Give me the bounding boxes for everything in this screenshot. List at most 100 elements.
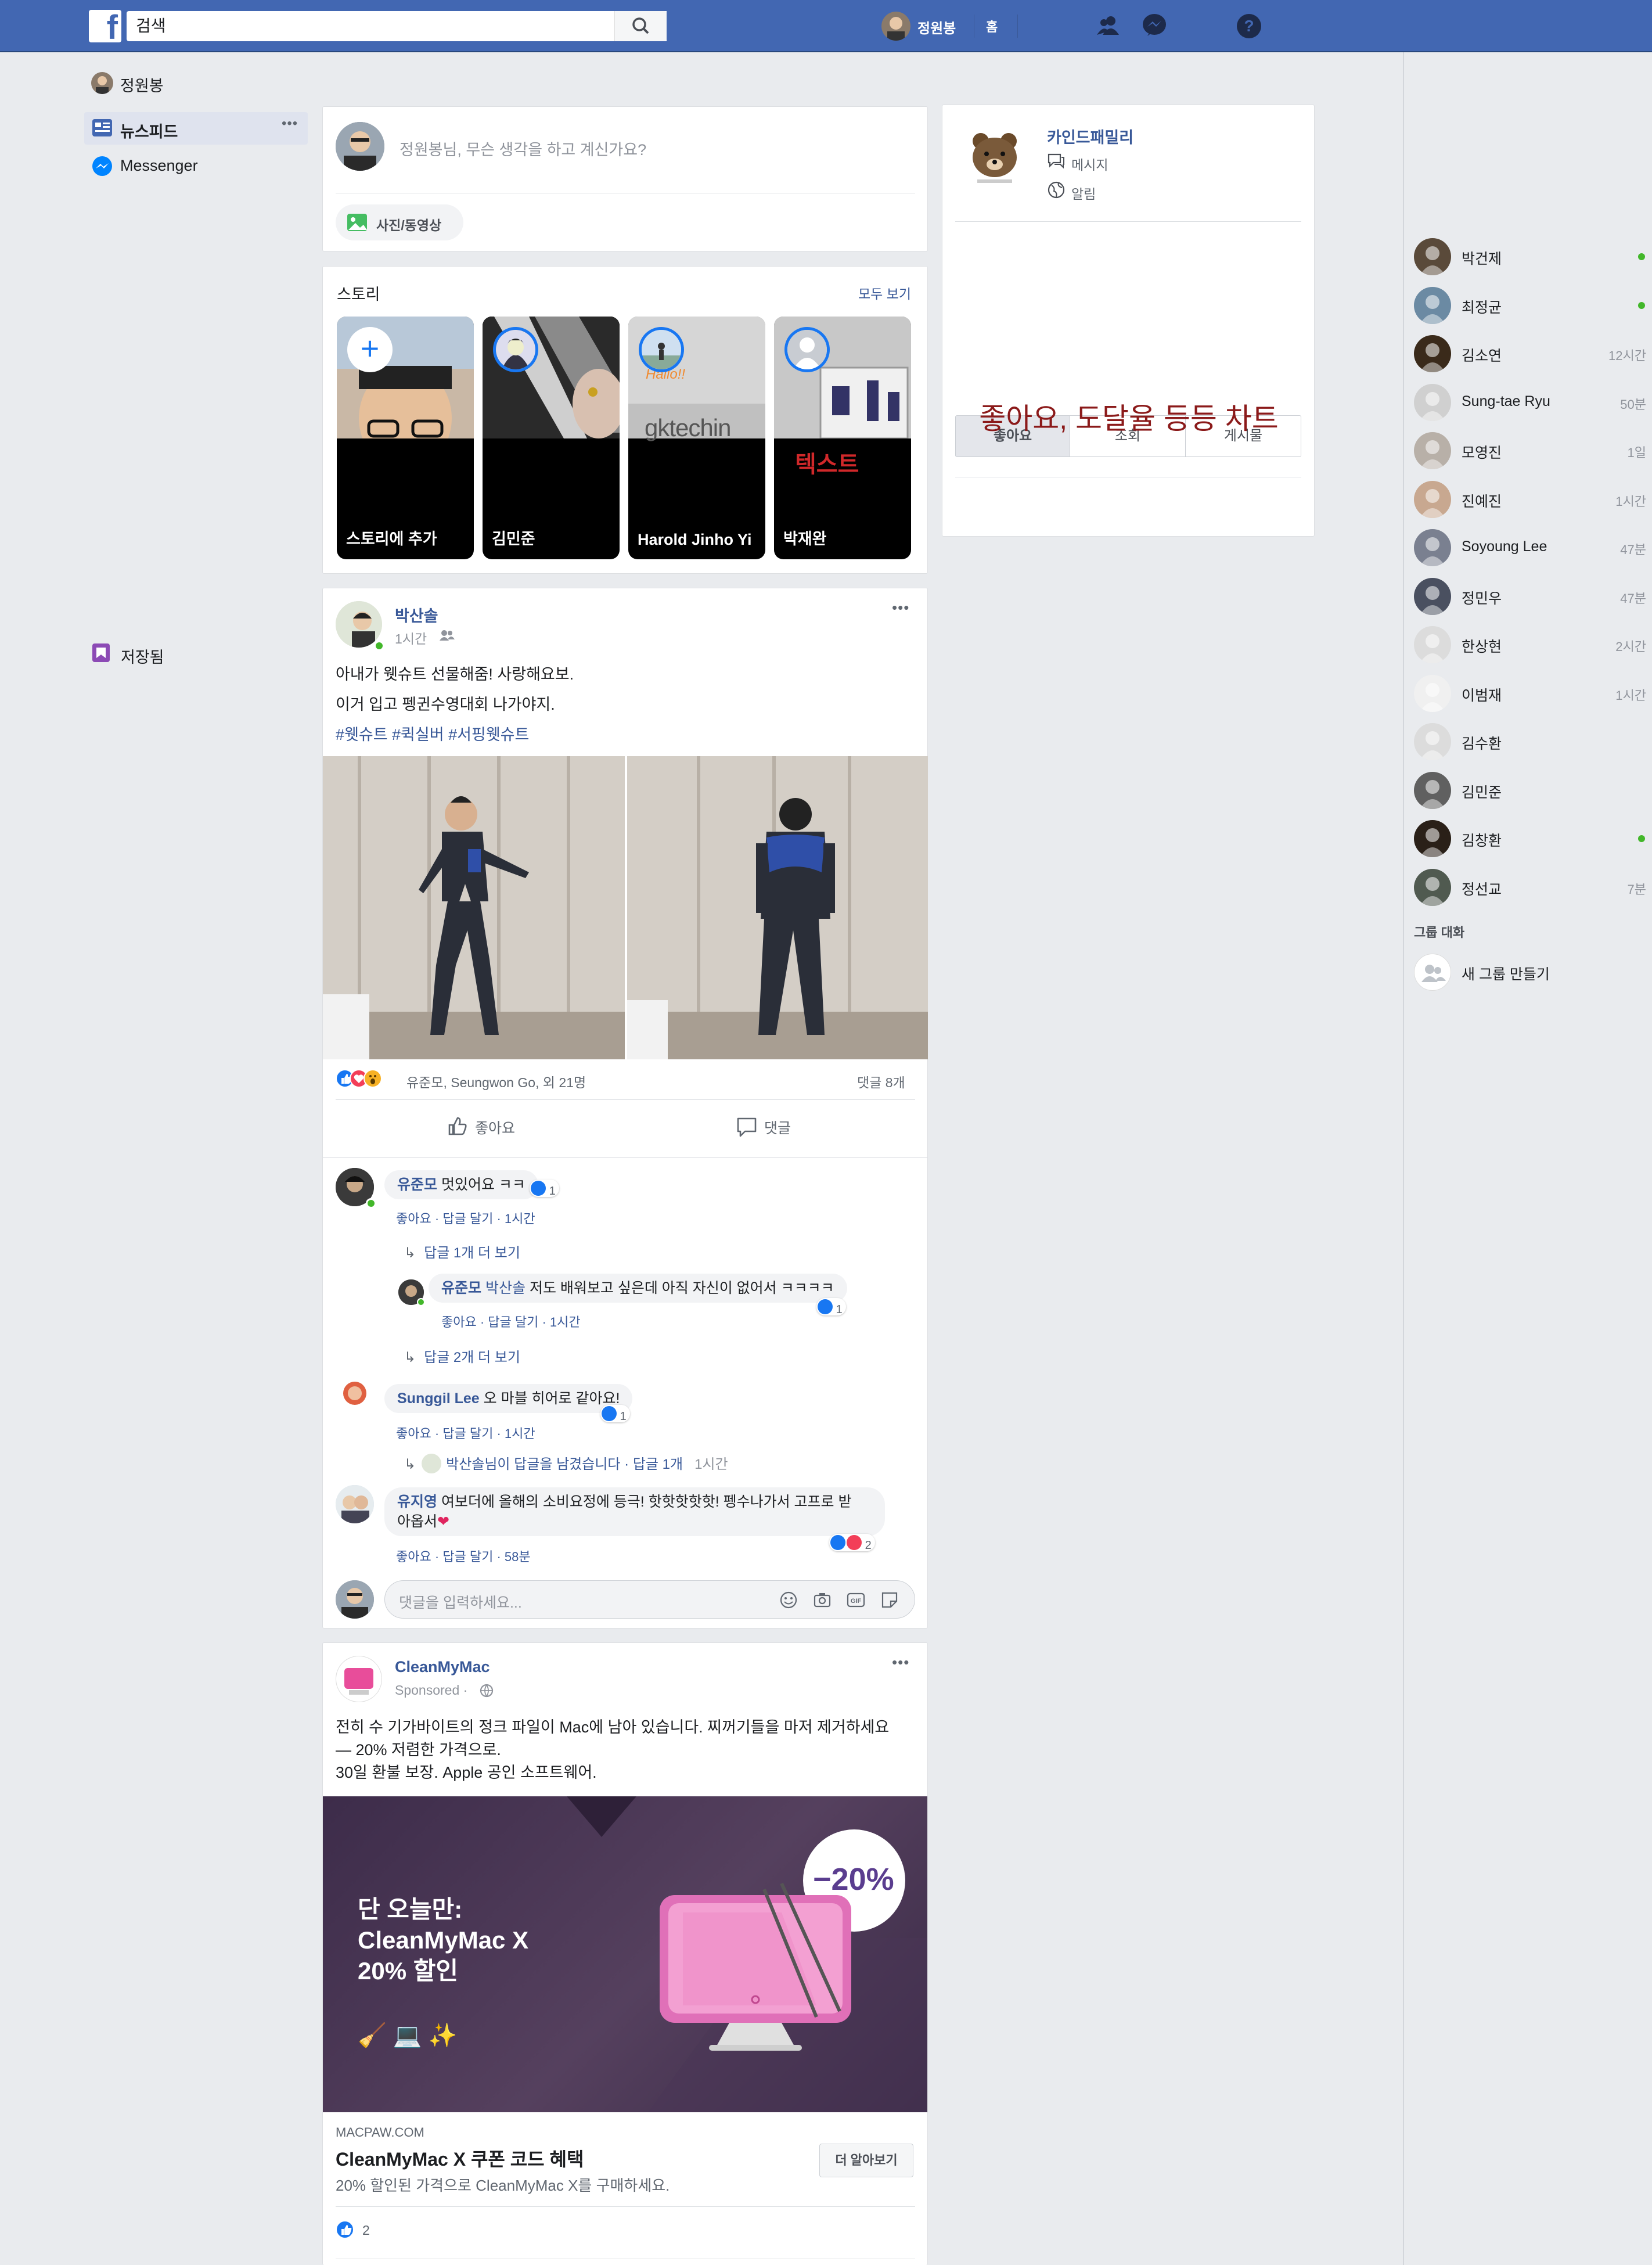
- stories-see-all[interactable]: 모두 보기: [858, 283, 911, 303]
- page-message-link[interactable]: 메시지: [1071, 154, 1108, 174]
- chat-contact[interactable]: 정선교 7분: [1414, 867, 1646, 907]
- advertiser-avatar[interactable]: [336, 1656, 382, 1702]
- view-more-replies[interactable]: ↳ 답글 2개 더 보기: [404, 1346, 520, 1366]
- contact-avatar: [1414, 286, 1451, 324]
- post-hashtags[interactable]: #웻슈트 #퀵실버 #서핑웻슈트: [336, 722, 529, 745]
- comment-mention[interactable]: 박산솔: [485, 1280, 526, 1296]
- ad-likes-count[interactable]: 2: [362, 2223, 370, 2238]
- facebook-logo[interactable]: f: [89, 10, 121, 42]
- chat-contact[interactable]: 최정균: [1414, 285, 1646, 325]
- post-more-icon[interactable]: •••: [892, 599, 909, 617]
- chat-contact[interactable]: 김수환: [1414, 721, 1646, 761]
- story-avatar: [639, 327, 684, 372]
- new-group-button[interactable]: 새 그룹 만들기: [1414, 951, 1646, 992]
- photo-video-button[interactable]: 사진/동영상: [336, 204, 463, 240]
- search-button[interactable]: [614, 11, 667, 41]
- profile-avatar[interactable]: [91, 72, 113, 94]
- page-notifications-link[interactable]: 알림: [1071, 183, 1096, 203]
- user-avatar[interactable]: [881, 12, 910, 41]
- comment-input[interactable]: 댓글을 입력하세요... GIF: [384, 1580, 915, 1619]
- chat-contact[interactable]: 김민준: [1414, 770, 1646, 810]
- comment-reaction-count[interactable]: 2: [829, 1534, 875, 1552]
- comment-reaction-count[interactable]: 1: [816, 1298, 846, 1316]
- comment-button[interactable]: 댓글: [625, 1105, 914, 1144]
- nav-profile-name[interactable]: 정원봉: [917, 17, 956, 37]
- chat-contact[interactable]: 김창환: [1414, 818, 1646, 858]
- ad-headline-line: CleanMyMac X: [358, 1926, 529, 1954]
- post-time[interactable]: 1시간: [395, 628, 427, 648]
- camera-icon[interactable]: [812, 1590, 832, 1610]
- ad-image[interactable]: 단 오늘만: CleanMyMac X 20% 할인 🧹 💻 ✨ −20%: [323, 1796, 927, 2112]
- reactions-summary[interactable]: 유준모, Seungwon Go, 외 21명: [406, 1072, 586, 1091]
- comment-avatar-image: [336, 1485, 374, 1523]
- more-options-icon[interactable]: •••: [282, 116, 298, 132]
- view-more-replies[interactable]: ↳ 답글 1개 더 보기: [404, 1241, 520, 1261]
- comment-avatar[interactable]: [336, 1485, 374, 1523]
- chat-contact[interactable]: 모영진 1일: [1414, 430, 1646, 470]
- ad-title[interactable]: CleanMyMac X 쿠폰 코드 혜택: [336, 2145, 584, 2171]
- composer-input[interactable]: 정원봉님, 무슨 생각을 하고 계신가요?: [399, 137, 646, 160]
- comment-actions[interactable]: 좋아요 · 답글 달기 · 58분: [396, 1547, 531, 1565]
- page-name[interactable]: 카인드패밀리: [1047, 125, 1133, 148]
- comment-avatar[interactable]: [336, 1376, 374, 1414]
- post-photo[interactable]: [323, 756, 625, 1059]
- story-card[interactable]: Hallo!! gktechin Harold Jinho Yi: [628, 317, 765, 559]
- reply-summary[interactable]: ↳ 박산솔님이 답글을 남겼습니다 · 답글 1개 1시간: [404, 1449, 728, 1473]
- comment-actions[interactable]: 좋아요 · 답글 달기 · 1시간: [396, 1423, 535, 1442]
- post-more-icon[interactable]: •••: [892, 1653, 909, 1671]
- divider: [955, 221, 1301, 222]
- contact-name: 김소연: [1462, 348, 1502, 364]
- advertiser-name[interactable]: CleanMyMac: [395, 1658, 490, 1676]
- sponsored-label[interactable]: Sponsored ·: [395, 1682, 467, 1698]
- comment-actions[interactable]: 좋아요 · 답글 달기 · 1시간: [441, 1312, 581, 1331]
- chat-contact[interactable]: 한상현 2시간: [1414, 624, 1646, 664]
- sidebar-item-label: Messenger: [120, 157, 198, 174]
- post-author-avatar[interactable]: [336, 601, 382, 648]
- friend-requests-icon[interactable]: [1095, 13, 1122, 39]
- online-status-dot: [417, 1298, 425, 1306]
- discount-badge: −20%: [813, 1862, 894, 1897]
- story-card[interactable]: 김민준: [483, 317, 620, 559]
- comment-composer-avatar-image: [336, 1580, 374, 1619]
- advertiser-logo: [344, 1668, 373, 1695]
- chat-contact[interactable]: 진예진 1시간: [1414, 479, 1646, 519]
- comment-reaction-count[interactable]: 1: [530, 1180, 559, 1198]
- emoji-icon[interactable]: [779, 1590, 798, 1610]
- post-author-name[interactable]: 박산솔: [395, 603, 438, 626]
- chat-contact[interactable]: 김소연 12시간: [1414, 333, 1646, 373]
- chat-contact[interactable]: Soyoung Lee 47분: [1414, 527, 1646, 567]
- contact-avatar: [1414, 868, 1451, 906]
- chat-contact[interactable]: Sung-tae Ryu 50분: [1414, 382, 1646, 422]
- sidebar-item-saved[interactable]: 저장됨: [87, 639, 261, 668]
- comment-avatar-image: [336, 1376, 374, 1414]
- search-input[interactable]: 검색: [127, 11, 667, 41]
- comment-actions[interactable]: 좋아요 · 답글 달기 · 1시간: [396, 1209, 535, 1227]
- chat-contact[interactable]: 정민우 47분: [1414, 576, 1646, 616]
- comment-author[interactable]: 유준모: [397, 1177, 437, 1193]
- chat-contact[interactable]: 이범재 1시간: [1414, 673, 1646, 713]
- messenger-nav-icon[interactable]: [1140, 12, 1168, 39]
- comment-author[interactable]: 유지영: [397, 1494, 437, 1510]
- add-story-icon[interactable]: +: [347, 327, 393, 372]
- nav-home[interactable]: 홈: [986, 17, 998, 35]
- chat-contact[interactable]: 박건제: [1414, 236, 1646, 276]
- comment-author[interactable]: Sunggil Lee: [397, 1390, 480, 1407]
- learn-more-button[interactable]: 더 알아보기: [819, 2144, 913, 2177]
- like-button[interactable]: 좋아요: [336, 1105, 625, 1144]
- comment-label: 댓글: [764, 1120, 791, 1137]
- sidebar-item-newsfeed[interactable]: 뉴스피드 •••: [84, 112, 308, 145]
- page-avatar[interactable]: [960, 123, 1030, 192]
- story-card[interactable]: 텍스트 박재완: [774, 317, 911, 559]
- post-photo[interactable]: [627, 756, 928, 1059]
- sticker-icon[interactable]: [880, 1590, 899, 1610]
- comment-author[interactable]: 유준모: [441, 1280, 481, 1296]
- sidebar-item-messenger[interactable]: Messenger: [84, 150, 308, 182]
- gif-icon[interactable]: GIF: [846, 1590, 866, 1610]
- user-avatar-image: [887, 17, 905, 41]
- comments-count[interactable]: 댓글 8개: [857, 1072, 905, 1091]
- ad-domain[interactable]: MACPAW.COM: [336, 2125, 424, 2140]
- help-icon[interactable]: ?: [1237, 14, 1261, 38]
- left-nav-profile-name[interactable]: 정원봉: [120, 73, 164, 96]
- story-card-add[interactable]: + 스토리에 추가: [337, 317, 474, 559]
- comment-reaction-count[interactable]: 1: [600, 1405, 630, 1423]
